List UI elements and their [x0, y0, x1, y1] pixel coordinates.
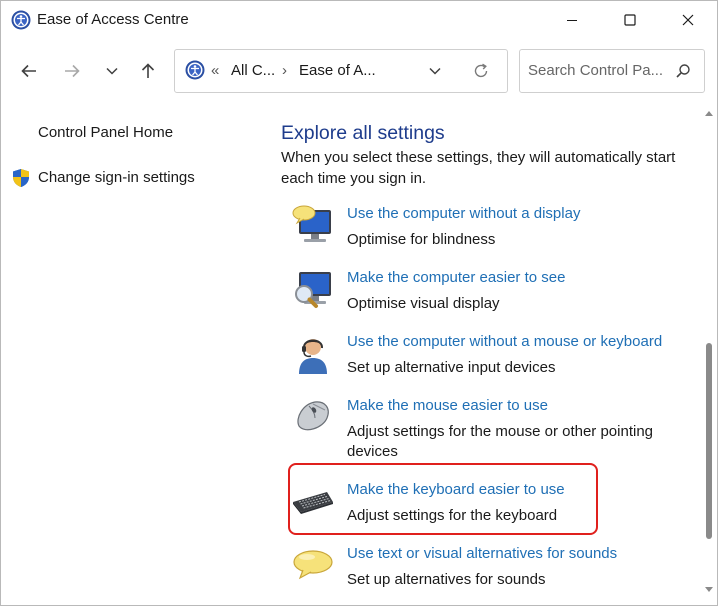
maximize-button[interactable]: [601, 1, 659, 39]
recent-locations-button[interactable]: [96, 53, 128, 89]
minimize-button[interactable]: [543, 1, 601, 39]
without-mouse-keyboard-link[interactable]: Use the computer without a mouse or keyb…: [347, 332, 662, 352]
breadcrumb-separator[interactable]: ›: [282, 62, 287, 79]
mouse-easier-desc: Adjust settings for the mouse or other p…: [347, 423, 654, 460]
ease-of-access-window: Ease of Access Centre « All C... › Ease …: [0, 0, 718, 606]
change-sign-in-settings-link[interactable]: Change sign-in settings: [38, 169, 195, 186]
monitor-magnifier-icon: [295, 272, 331, 308]
vertical-scrollbar[interactable]: [701, 103, 717, 605]
ease-of-access-location-icon: [185, 60, 205, 80]
navigation-bar: « All C... › Ease of A...: [1, 39, 717, 103]
close-button[interactable]: [659, 1, 717, 39]
arrow-up-icon: [141, 63, 155, 78]
easier-to-see-desc: Optimise visual display: [347, 295, 500, 312]
close-icon: [682, 14, 694, 26]
without-display-desc: Optimise for blindness: [347, 231, 496, 248]
mouse-icon: [297, 401, 329, 431]
page-heading: Explore all settings: [281, 122, 445, 144]
uac-shield-icon: [13, 169, 29, 187]
easier-to-see-link[interactable]: Make the computer easier to see: [347, 268, 565, 288]
control-panel-home-link[interactable]: Control Panel Home: [38, 124, 173, 141]
back-button[interactable]: [13, 53, 45, 89]
speech-bubble-icon: [293, 550, 333, 580]
sidebar: Control Panel Home Change sign-in settin…: [1, 103, 259, 605]
ease-of-access-app-icon: [11, 10, 31, 30]
breadcrumb-ease-of-access[interactable]: Ease of A...: [299, 62, 376, 79]
scroll-up-arrow-icon[interactable]: [705, 111, 713, 116]
address-bar[interactable]: « All C... › Ease of A...: [174, 49, 508, 93]
refresh-button[interactable]: [469, 59, 493, 83]
address-dropdown-button[interactable]: [423, 59, 447, 83]
scroll-down-arrow-icon[interactable]: [705, 587, 713, 592]
search-box[interactable]: [519, 49, 705, 93]
search-icon: [676, 64, 690, 78]
sound-alternatives-link[interactable]: Use text or visual alternatives for soun…: [347, 544, 617, 564]
window-title: Ease of Access Centre: [37, 11, 189, 28]
up-button[interactable]: [132, 53, 164, 89]
search-button[interactable]: [672, 60, 694, 82]
minimize-icon: [567, 20, 577, 21]
title-bar: Ease of Access Centre: [1, 1, 717, 39]
chevron-down-icon: [429, 67, 441, 75]
chevron-down-icon: [106, 67, 118, 75]
monitor-speech-icon: [292, 205, 331, 242]
keyboard-item-highlight: [288, 463, 598, 535]
mouse-easier-link[interactable]: Make the mouse easier to use: [347, 396, 548, 416]
forward-button[interactable]: [56, 53, 88, 89]
maximize-icon: [624, 14, 636, 26]
sound-alternatives-desc: Set up alternatives for sounds: [347, 571, 546, 588]
arrow-left-icon: [21, 64, 36, 78]
breadcrumb-all-control-panel[interactable]: All C...: [231, 62, 275, 79]
intro-text: When you select these settings, they wil…: [281, 149, 676, 187]
search-input[interactable]: [528, 60, 668, 80]
headset-person-icon: [299, 339, 327, 374]
scrollbar-thumb[interactable]: [706, 343, 712, 539]
refresh-icon: [474, 63, 488, 78]
without-mouse-keyboard-desc: Set up alternative input devices: [347, 359, 556, 376]
without-display-link[interactable]: Use the computer without a display: [347, 204, 580, 224]
address-overflow[interactable]: «: [211, 62, 219, 79]
arrow-right-icon: [65, 64, 80, 78]
